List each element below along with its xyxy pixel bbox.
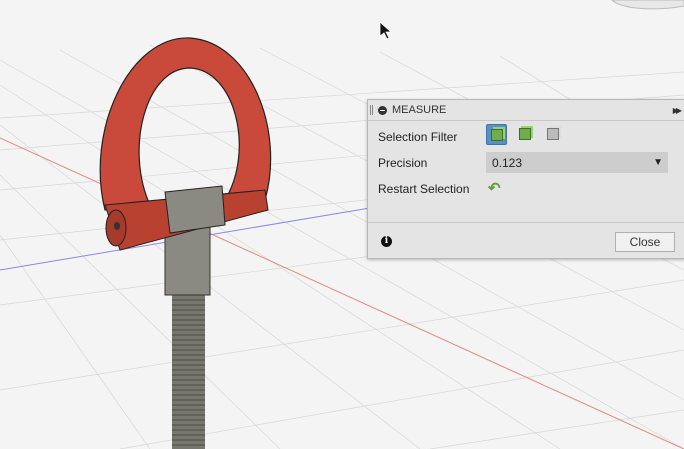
threaded-shank [172, 295, 205, 449]
select-body-icon[interactable] [486, 124, 507, 145]
collapse-icon[interactable] [378, 105, 387, 115]
panel-header[interactable]: MEASURE ▶▶ [368, 100, 684, 121]
collar [164, 185, 226, 234]
select-face-icon[interactable] [515, 124, 535, 144]
drag-handle[interactable] [370, 105, 373, 115]
measure-panel: MEASURE ▶▶ Selection Filter Precision 0.… [367, 99, 684, 259]
restart-icon[interactable]: ↶ [488, 179, 501, 197]
viewcube-edge[interactable] [611, 0, 684, 10]
info-icon[interactable]: i [381, 236, 392, 247]
precision-dropdown[interactable]: 0.123 ▼ [486, 152, 668, 173]
mouse-cursor-icon [379, 21, 393, 40]
ring [99, 37, 272, 211]
close-button[interactable]: Close [615, 232, 675, 252]
panel-title: MEASURE [392, 104, 447, 116]
expand-icon[interactable]: ▶▶ [673, 106, 682, 115]
precision-label: Precision [378, 156, 428, 170]
chevron-down-icon: ▼ [653, 157, 663, 168]
tow-hook-model[interactable] [99, 37, 272, 449]
restart-selection-label: Restart Selection [378, 182, 470, 196]
selection-filter-label: Selection Filter [378, 130, 458, 144]
select-component-icon[interactable] [543, 124, 563, 144]
precision-value: 0.123 [492, 155, 523, 170]
